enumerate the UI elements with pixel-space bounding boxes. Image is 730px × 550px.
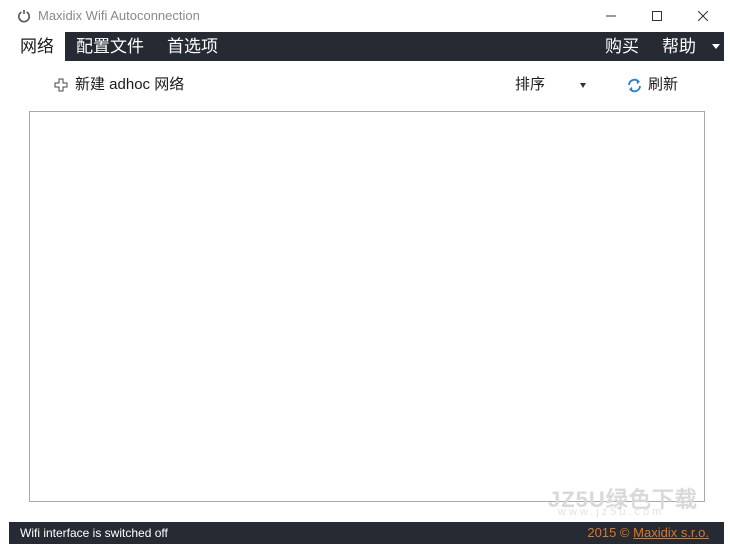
minimize-button[interactable] xyxy=(588,0,634,32)
plus-icon xyxy=(54,78,68,92)
status-text: Wifi interface is switched off xyxy=(20,526,168,540)
menu-tab-network[interactable]: 网络 xyxy=(9,32,65,61)
menu-bar: 网络 配置文件 首选项 购买 帮助 xyxy=(9,32,724,61)
menu-tab-preferences[interactable]: 首选项 xyxy=(167,32,218,61)
new-adhoc-network-label: 新建 adhoc 网络 xyxy=(75,76,185,93)
maximize-icon xyxy=(652,11,662,21)
menu-buy[interactable]: 购买 xyxy=(605,32,639,61)
refresh-button[interactable]: 刷新 xyxy=(626,74,678,96)
status-bar: Wifi interface is switched off 2015 © Ma… xyxy=(9,522,724,544)
network-list[interactable] xyxy=(29,111,705,502)
help-dropdown-caret-icon[interactable] xyxy=(712,44,720,49)
power-ring-icon xyxy=(18,10,30,23)
refresh-label: 刷新 xyxy=(648,76,679,93)
sort-dropdown[interactable]: 排序 xyxy=(515,74,545,96)
menu-help[interactable]: 帮助 xyxy=(662,32,696,61)
new-adhoc-network-button[interactable]: 新建 adhoc 网络 xyxy=(54,74,184,96)
maximize-button[interactable] xyxy=(634,0,680,32)
company-link[interactable]: Maxidix s.r.o. xyxy=(633,525,709,540)
window-title: Maxidix Wifi Autoconnection xyxy=(38,8,200,23)
sort-chevron-down-icon[interactable] xyxy=(580,83,586,88)
menu-tab-profiles[interactable]: 配置文件 xyxy=(76,32,144,61)
watermark: JZ5U绿色下载 www.jz5u.com xyxy=(548,482,720,518)
copyright-year: 2015 © xyxy=(587,525,630,540)
close-button[interactable] xyxy=(680,0,726,32)
minimize-icon xyxy=(606,15,616,17)
watermark-line2: www.jz5u.com xyxy=(558,506,665,518)
title-bar: Maxidix Wifi Autoconnection xyxy=(0,0,730,32)
copyright: 2015 © Maxidix s.r.o. xyxy=(587,525,709,540)
sort-label: 排序 xyxy=(515,76,546,93)
refresh-icon xyxy=(628,78,641,92)
close-icon xyxy=(698,11,708,21)
